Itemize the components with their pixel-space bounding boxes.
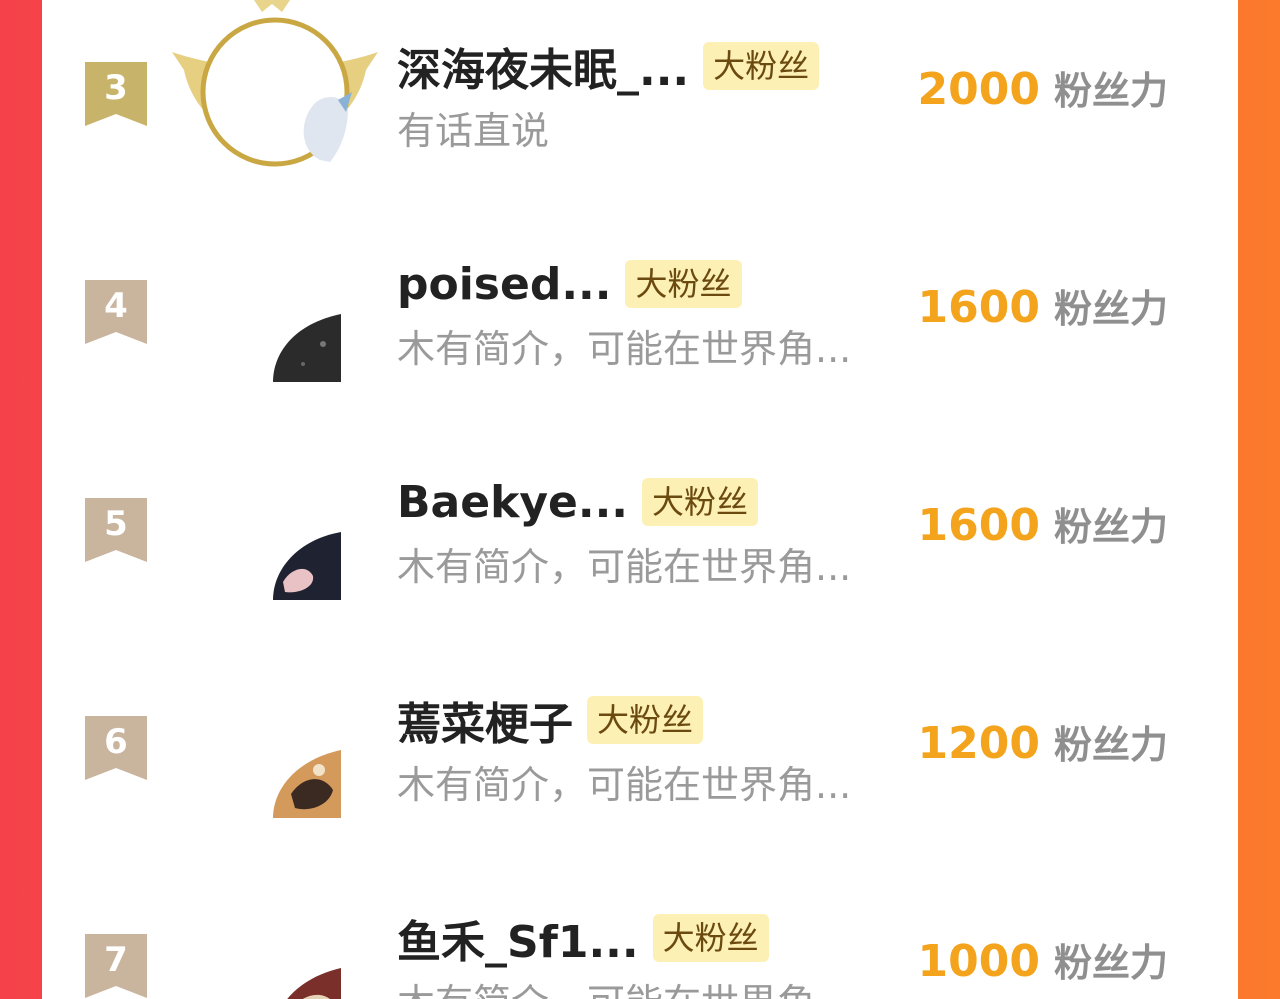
rank-badge: 3	[85, 62, 147, 126]
fan-power-value: 1200	[917, 718, 1040, 769]
list-item[interactable]: 4 poised... 大粉丝 木有简介，可能在世界角... 1600 粉丝力	[42, 218, 1238, 382]
rank-number: 5	[104, 504, 128, 544]
fan-power-label: 粉丝力	[1053, 941, 1168, 985]
fan-power: 1000 粉丝力	[918, 932, 1168, 987]
user-bio: 木有简介，可能在世界角...	[397, 763, 852, 807]
fan-power-value: 1000	[917, 936, 1040, 987]
name-line: 鱼禾_Sf1... 大粉丝	[397, 908, 769, 968]
fan-power: 1200 粉丝力	[918, 714, 1168, 769]
username[interactable]: poised...	[397, 259, 611, 310]
fan-level-badge: 大粉丝	[587, 696, 704, 744]
fan-power: 1600 粉丝力	[918, 278, 1168, 333]
name-line: poised... 大粉丝	[397, 254, 742, 314]
rank-badge: 6	[85, 716, 147, 780]
user-bio: 有话直说	[397, 109, 550, 153]
fan-power-label: 粉丝力	[1053, 69, 1168, 113]
fan-power-label: 粉丝力	[1053, 723, 1168, 767]
rank-number: 4	[104, 286, 128, 326]
username[interactable]: 深海夜未眠_...	[397, 34, 689, 98]
fan-power-label: 粉丝力	[1053, 287, 1168, 331]
rank-number: 7	[104, 940, 128, 980]
fan-power: 1600 粉丝力	[918, 496, 1168, 551]
rank-badge: 5	[85, 498, 147, 562]
fan-level-badge: 大粉丝	[642, 478, 759, 526]
user-avatar-icon[interactable]	[273, 532, 341, 600]
username[interactable]: 蔫菜梗子	[397, 688, 573, 752]
list-item[interactable]: 5 Baekye... 大粉丝 木有简介，可能在世界角... 1600 粉丝力	[42, 436, 1238, 600]
fan-ranking-list: 3 深海夜未眠_... 大粉丝 有话直说 2000 粉丝力 4 poised..…	[42, 0, 1238, 999]
username[interactable]: 鱼禾_Sf1...	[397, 906, 639, 970]
name-line: 深海夜未眠_... 大粉丝	[397, 34, 820, 98]
fan-power-label: 粉丝力	[1053, 505, 1168, 549]
list-item[interactable]: 6 蔫菜梗子 大粉丝 木有简介，可能在世界角... 1200 粉丝力	[42, 654, 1238, 818]
user-bio: 木有简介，可能在世界角	[397, 972, 815, 999]
name-line: Baekye... 大粉丝	[397, 472, 759, 532]
rank-number: 3	[104, 68, 128, 108]
rank-badge: 7	[85, 934, 147, 998]
fan-power-value: 1600	[917, 282, 1040, 333]
fan-level-badge: 大粉丝	[652, 914, 769, 962]
list-item[interactable]: 7 鱼禾_Sf1... 大粉丝 木有简介，可能在世界角 1000 粉丝力	[42, 872, 1238, 999]
username[interactable]: Baekye...	[397, 477, 628, 528]
user-avatar-icon[interactable]	[273, 750, 341, 818]
user-avatar-icon[interactable]	[273, 968, 341, 999]
user-avatar-icon[interactable]	[273, 314, 341, 382]
rank-badge: 4	[85, 280, 147, 344]
user-bio: 木有简介，可能在世界角...	[397, 327, 852, 371]
fan-power: 2000 粉丝力	[918, 60, 1168, 115]
name-line: 蔫菜梗子 大粉丝	[397, 688, 704, 752]
crown-frame-avatar-icon[interactable]	[170, 0, 380, 170]
fan-level-badge: 大粉丝	[625, 260, 742, 308]
fan-power-value: 2000	[917, 64, 1040, 115]
user-bio: 木有简介，可能在世界角...	[397, 545, 852, 589]
fan-level-badge: 大粉丝	[703, 42, 820, 90]
app-frame: 3 深海夜未眠_... 大粉丝 有话直说 2000 粉丝力 4 poised..…	[0, 0, 1280, 999]
list-item[interactable]: 3 深海夜未眠_... 大粉丝 有话直说 2000 粉丝力	[42, 0, 1238, 167]
rank-number: 6	[104, 722, 128, 762]
fan-power-value: 1600	[917, 500, 1040, 551]
